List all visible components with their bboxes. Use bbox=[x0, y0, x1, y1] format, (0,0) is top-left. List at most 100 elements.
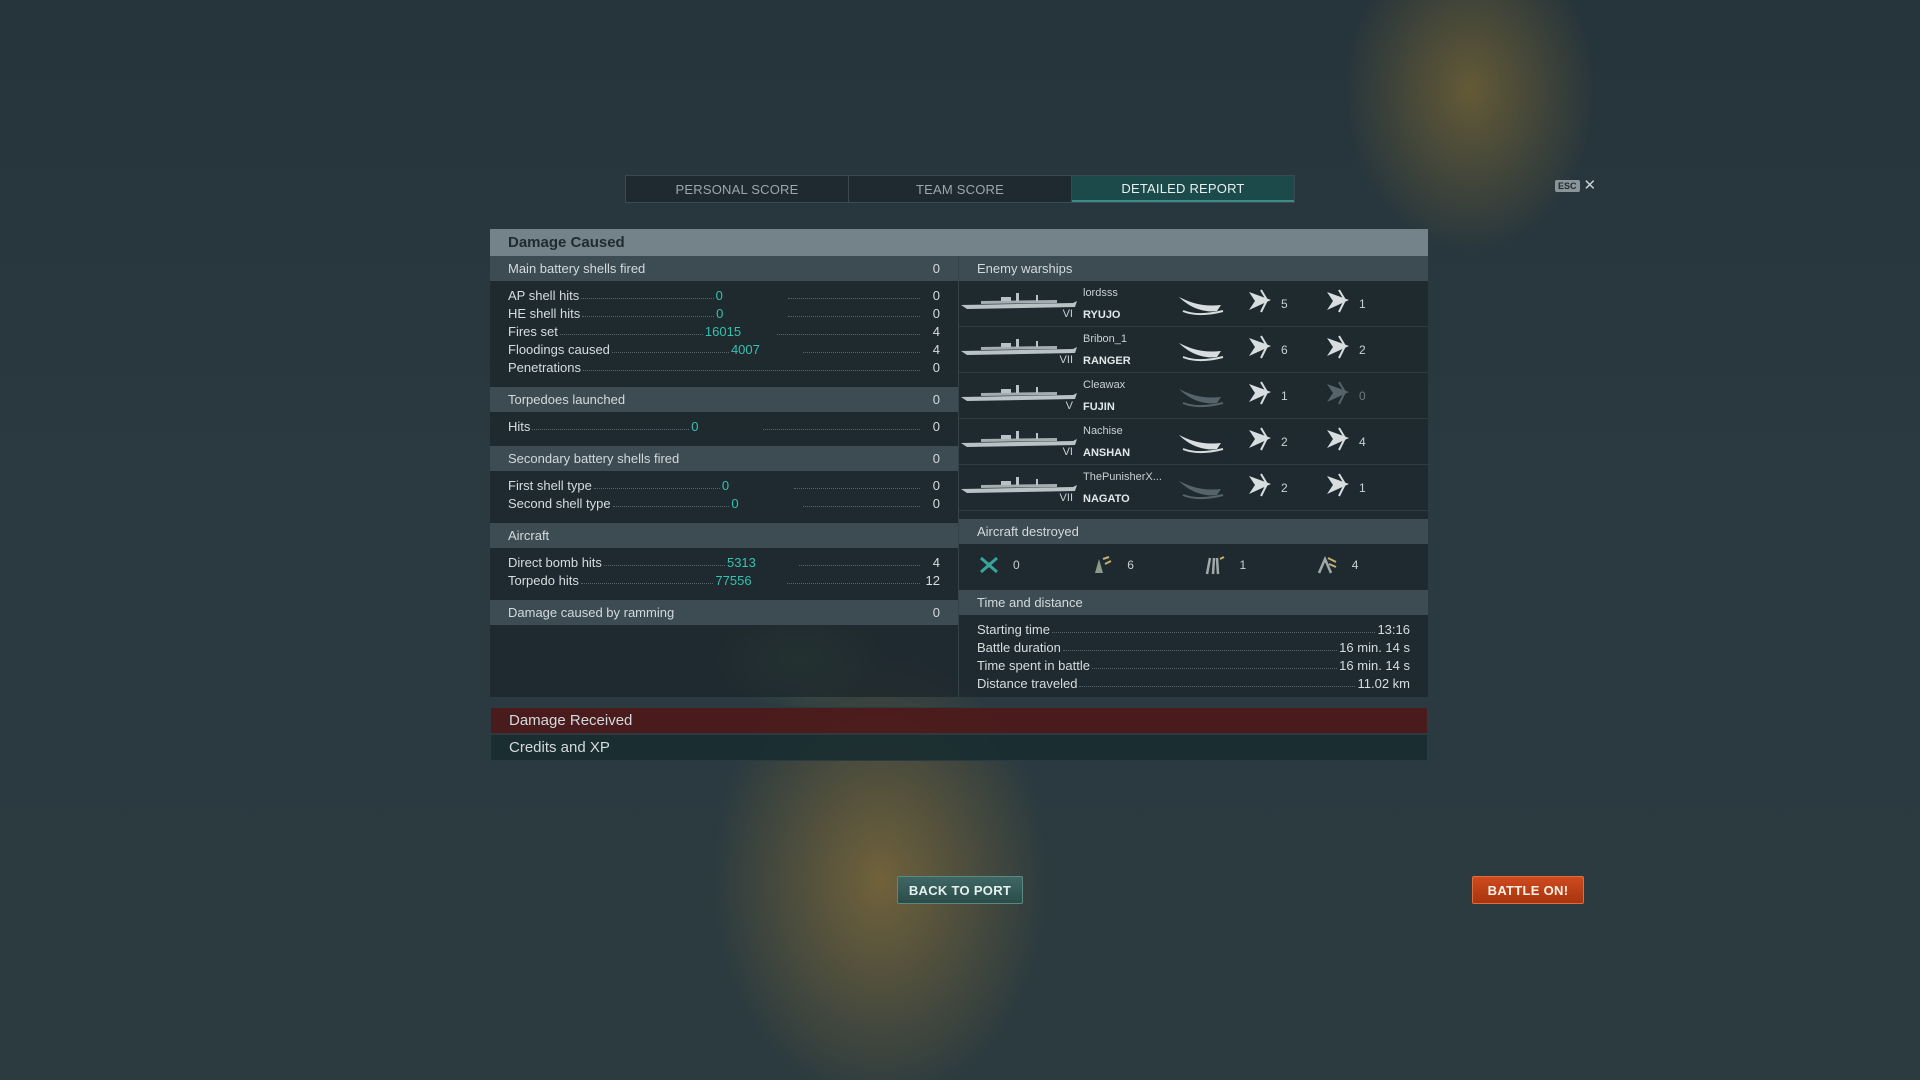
stat-value: 16 min. 14 s bbox=[1339, 640, 1410, 655]
credits-xp-header[interactable]: Credits and XP bbox=[490, 734, 1428, 761]
fighter-icon bbox=[980, 556, 998, 574]
ship-name: FUJIN bbox=[1083, 400, 1115, 413]
stat-label: Battle duration bbox=[977, 640, 1061, 655]
ship-stat: 1 bbox=[1247, 380, 1325, 411]
ship-stat: 5 bbox=[1247, 288, 1325, 319]
esc-key-badge: ESC bbox=[1555, 180, 1580, 192]
stat-label: Time spent in battle bbox=[977, 658, 1090, 673]
detailed-report-panel: Damage Caused Main battery shells fired … bbox=[490, 229, 1428, 761]
damage-received-header[interactable]: Damage Received bbox=[490, 707, 1428, 734]
ship-info: Cleawax FUJIN bbox=[1077, 379, 1177, 413]
ship-stat: 2 bbox=[1325, 334, 1403, 365]
ship-sunk-icon bbox=[1177, 383, 1247, 409]
stat-count: 0 bbox=[932, 419, 941, 434]
ship-tier: V bbox=[1065, 399, 1073, 412]
ship-sunk-icon bbox=[1177, 291, 1247, 317]
ship-name: RANGER bbox=[1083, 354, 1131, 367]
tab-team-score[interactable]: TEAM SCORE bbox=[849, 176, 1072, 202]
stat-damage: 5313 bbox=[726, 555, 756, 570]
ship-stat-value: 0 bbox=[1359, 388, 1366, 403]
stat-label: Hits bbox=[508, 419, 531, 434]
tab-detailed-report[interactable]: DETAILED REPORT bbox=[1072, 176, 1294, 202]
section-value: 0 bbox=[932, 261, 940, 276]
player-name: Nachise bbox=[1083, 424, 1123, 437]
stat-count: 4 bbox=[932, 324, 940, 339]
aircraft-icon bbox=[1325, 426, 1353, 457]
stat-row: Second shell type 0 0 bbox=[490, 493, 958, 511]
battle-on-button[interactable]: BATTLE ON! bbox=[1472, 876, 1584, 904]
ship-tier: VI bbox=[1062, 307, 1073, 320]
aircraft-header: Aircraft bbox=[490, 523, 958, 548]
ship-stat-value: 2 bbox=[1359, 342, 1366, 357]
stat-damage: 0 bbox=[715, 288, 723, 303]
damage-caused-stats: Main battery shells fired 0 AP shell hit… bbox=[490, 256, 958, 697]
stat-count: 4 bbox=[932, 555, 941, 570]
stat-row: Direct bomb hits 5313 4 bbox=[490, 552, 958, 570]
stat-count: 12 bbox=[925, 573, 941, 588]
section-label: Aircraft destroyed bbox=[977, 524, 1079, 539]
aircraft-count: 4 bbox=[1351, 558, 1359, 572]
stat-value: 13:16 bbox=[1377, 622, 1410, 637]
aircraft-count: 0 bbox=[1013, 558, 1020, 572]
ship-name: RYUJO bbox=[1083, 308, 1121, 321]
ship-stat: 0 bbox=[1325, 380, 1403, 411]
time-row: Starting time 13:16 bbox=[959, 619, 1428, 637]
aircraft-icon bbox=[1325, 288, 1353, 319]
section-label: Damage caused by ramming bbox=[508, 605, 675, 620]
ship-stat: 1 bbox=[1325, 472, 1403, 503]
secondary-battery-header: Secondary battery shells fired 0 bbox=[490, 446, 958, 471]
ship-tier: VII bbox=[1059, 491, 1073, 504]
stat-label: Direct bomb hits bbox=[508, 555, 602, 570]
player-name: ThePunisherX... bbox=[1083, 470, 1162, 483]
stat-count: 0 bbox=[932, 288, 941, 303]
ship-sunk-icon bbox=[1177, 429, 1247, 455]
player-name: lordsss bbox=[1083, 286, 1118, 299]
ship-sunk-icon bbox=[1177, 337, 1247, 363]
stat-row: First shell type 0 0 bbox=[490, 475, 958, 493]
aircraft-destroyed-item: 1 bbox=[1204, 555, 1316, 575]
section-value: 0 bbox=[932, 451, 940, 466]
stat-row: Floodings caused 4007 4 bbox=[490, 339, 958, 357]
torpedo-bomber-icon bbox=[1095, 556, 1112, 573]
enemy-warships-header: Enemy warships bbox=[959, 256, 1428, 281]
ship-tier: VII bbox=[1059, 353, 1073, 366]
stat-row: Penetrations 0 bbox=[490, 357, 958, 375]
stat-label: HE shell hits bbox=[508, 306, 581, 321]
aircraft-icon bbox=[1247, 334, 1275, 365]
damage-caused-header[interactable]: Damage Caused bbox=[490, 229, 1428, 256]
stat-label: Floodings caused bbox=[508, 342, 610, 357]
ship-stat: 2 bbox=[1247, 426, 1325, 457]
stat-damage: 0 bbox=[716, 306, 724, 321]
close-control[interactable]: ESC ✕ bbox=[1555, 178, 1597, 193]
ship-info: Bribon_1 RANGER bbox=[1077, 333, 1177, 367]
enemy-ship-row: VII ThePunisherX... NAGATO 2 1 bbox=[959, 465, 1428, 511]
ship-stat-value: 1 bbox=[1359, 480, 1366, 495]
ship-name: NAGATO bbox=[1083, 492, 1130, 505]
stat-count: 0 bbox=[932, 478, 940, 493]
ship-stat: 2 bbox=[1247, 472, 1325, 503]
time-row: Distance traveled 11.02 km bbox=[959, 673, 1428, 691]
section-label: Time and distance bbox=[977, 595, 1083, 610]
ship-stat-value: 6 bbox=[1281, 342, 1288, 357]
stat-count: 0 bbox=[932, 496, 940, 511]
ship-silhouette: VI bbox=[959, 284, 1077, 324]
enemy-ship-row: VI lordsss RYUJO 5 1 bbox=[959, 281, 1428, 327]
close-icon[interactable]: ✕ bbox=[1584, 178, 1597, 193]
stat-damage: 0 bbox=[691, 419, 699, 434]
aircraft-destroyed-item: 4 bbox=[1316, 555, 1428, 575]
stat-count: 4 bbox=[932, 342, 940, 357]
aircraft-count: 6 bbox=[1127, 558, 1134, 572]
stat-label: Distance traveled bbox=[977, 676, 1078, 691]
stat-row: Fires set 16015 4 bbox=[490, 321, 958, 339]
stat-label: Starting time bbox=[977, 622, 1050, 637]
aircraft-destroyed-row: 0 6 1 4 bbox=[959, 544, 1428, 586]
ship-stat: 1 bbox=[1325, 288, 1403, 319]
torpedoes-header: Torpedoes launched 0 bbox=[490, 387, 958, 412]
back-to-port-button[interactable]: BACK TO PORT bbox=[897, 876, 1023, 904]
ship-silhouette: VII bbox=[959, 330, 1077, 370]
ship-tier: VI bbox=[1062, 445, 1073, 458]
tab-personal-score[interactable]: PERSONAL SCORE bbox=[626, 176, 849, 202]
section-label: Aircraft bbox=[508, 528, 550, 543]
enemy-ship-row: VI Nachise ANSHAN 2 4 bbox=[959, 419, 1428, 465]
stat-row: AP shell hits 0 0 bbox=[490, 285, 958, 303]
